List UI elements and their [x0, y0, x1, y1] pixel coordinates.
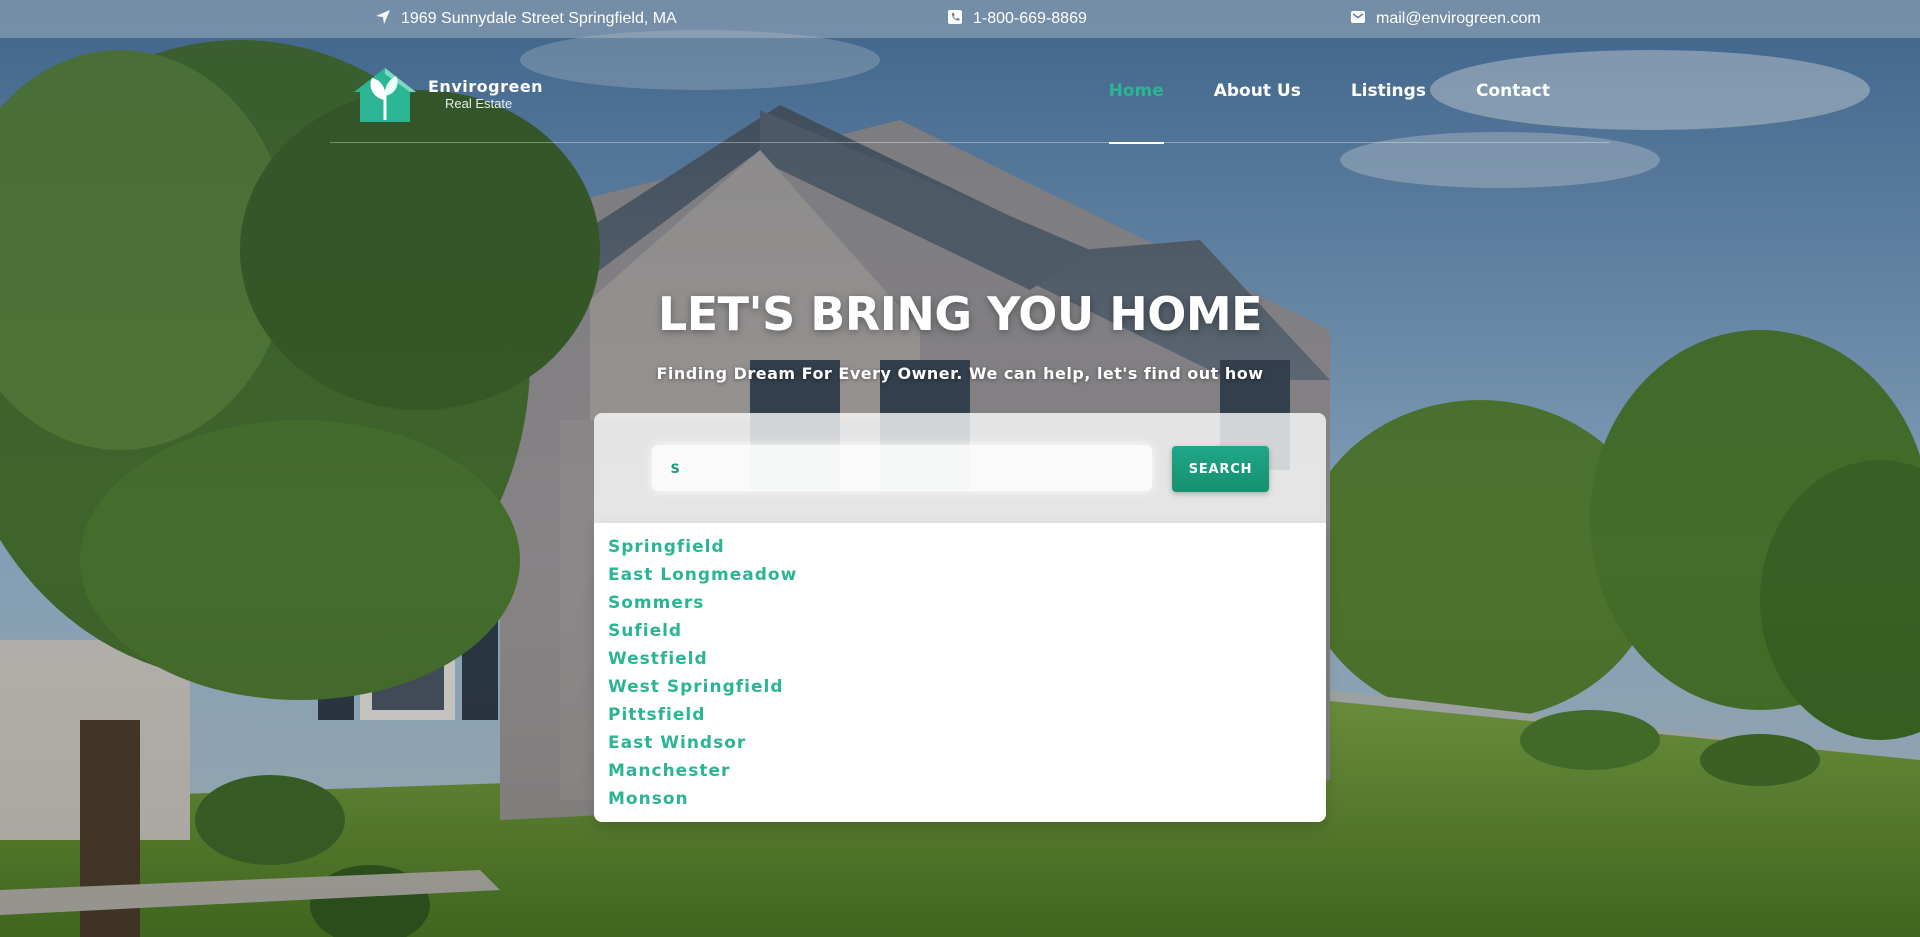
address-info: 1969 Sunnydale Street Springfield, MA [375, 0, 677, 38]
suggestion-item[interactable]: Manchester [608, 757, 1312, 785]
hero-title: LET'S BRING YOU HOME [657, 287, 1263, 341]
phone-icon [947, 9, 963, 30]
nav-item-contact[interactable]: Contact [1476, 38, 1550, 143]
nav-item-home[interactable]: Home [1108, 38, 1164, 144]
email-info: mail@envirogreen.com [1350, 0, 1541, 38]
envelope-icon [1350, 9, 1366, 30]
site-header: Envirogreen Real Estate Home About Us Li… [330, 38, 1610, 144]
suggestion-item[interactable]: West Springfield [608, 673, 1312, 701]
phone-info: 1-800-669-8869 [947, 0, 1087, 38]
suggestion-item[interactable]: Sommers [608, 589, 1312, 617]
logo[interactable]: Envirogreen Real Estate [350, 64, 543, 124]
house-leaf-logo-icon [350, 64, 420, 124]
search-button[interactable]: SEARCH [1172, 446, 1269, 492]
search-input[interactable] [652, 445, 1152, 491]
email-text[interactable]: mail@envirogreen.com [1376, 10, 1541, 28]
suggestion-item[interactable]: Westfield [608, 645, 1312, 673]
address-text: 1969 Sunnydale Street Springfield, MA [401, 10, 677, 27]
main-nav: Home About Us Listings Contact [1108, 38, 1550, 144]
nav-item-listings[interactable]: Listings [1351, 38, 1426, 143]
suggestion-item[interactable]: Springfield [608, 533, 1312, 561]
search-panel: SEARCH [594, 413, 1326, 523]
hero-subtitle: Finding Dream For Every Owner. We can he… [656, 364, 1264, 383]
suggestion-item[interactable]: East Windsor [608, 729, 1312, 757]
nav-item-about-us[interactable]: About Us [1214, 38, 1301, 143]
location-arrow-icon [375, 9, 391, 30]
logo-name: Envirogreen [428, 76, 544, 96]
phone-text[interactable]: 1-800-669-8869 [973, 10, 1087, 28]
suggestion-item[interactable]: East Longmeadow [608, 561, 1312, 589]
suggestion-item[interactable]: Pittsfield [608, 701, 1312, 729]
suggestion-item[interactable]: Sufield [608, 617, 1312, 645]
contact-info-bar: 1969 Sunnydale Street Springfield, MA 1-… [0, 0, 1920, 38]
suggestion-item[interactable]: Monson [608, 785, 1312, 813]
search-suggestions-dropdown: Springfield East Longmeadow Sommers Sufi… [594, 523, 1326, 822]
logo-tagline: Real Estate [445, 95, 513, 111]
